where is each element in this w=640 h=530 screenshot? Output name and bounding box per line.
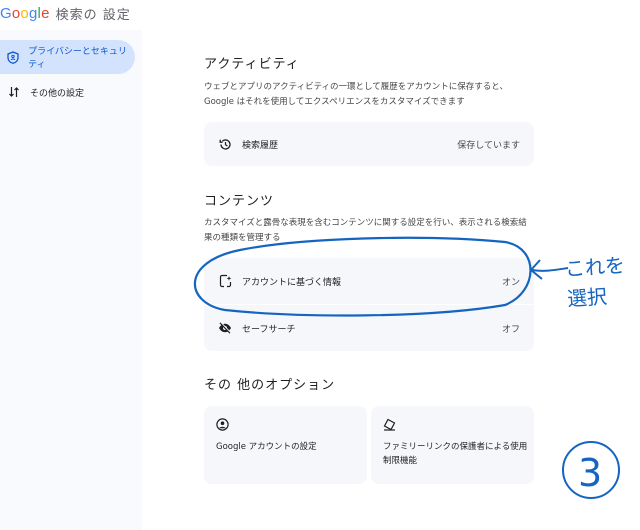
sidebar-item-privacy-security[interactable]: プライバシーとセキュリティ bbox=[0, 40, 135, 74]
history-icon bbox=[214, 138, 236, 151]
family-link-card[interactable]: ファミリーリンクの保護者による使用制限機能 bbox=[371, 406, 534, 484]
safesearch-label: セーフサーチ bbox=[242, 324, 296, 335]
annotation-note: これを選択 bbox=[564, 252, 626, 312]
other-options-heading: その 他のオプション bbox=[204, 378, 336, 393]
personalized-results-label: アカウントに基づく情報 bbox=[242, 277, 342, 288]
header: Google 検索の 設定 bbox=[0, 0, 640, 26]
account-circle-icon bbox=[216, 418, 229, 434]
page-title: 検索の 設定 bbox=[55, 7, 131, 23]
search-history-label: 検索履歴 bbox=[242, 140, 279, 151]
google-account-settings-card[interactable]: Google アカウントの設定 bbox=[204, 406, 367, 484]
sidebar-item-other-settings[interactable]: その他の設定 bbox=[0, 75, 84, 109]
activity-heading: アクティビティ bbox=[204, 57, 300, 72]
sidebar-item-label: その他の設定 bbox=[30, 88, 85, 99]
step-number: 3 bbox=[578, 451, 602, 495]
family-link-icon bbox=[383, 418, 396, 434]
personalized-results-status: オン bbox=[501, 277, 520, 288]
shield-icon bbox=[2, 50, 24, 64]
google-account-settings-label: Google アカウントの設定 bbox=[216, 442, 317, 452]
content-description: カスタマイズと露骨な表現を含むコンテンツに関する設定を行い、表示される検索結果の… bbox=[204, 218, 527, 243]
sort-arrows-icon bbox=[2, 86, 26, 98]
sidebar: プライバシーとセキュリティ その他の設定 bbox=[0, 30, 142, 530]
family-link-label: ファミリーリンクの保護者による使用制限機能 bbox=[383, 442, 528, 466]
google-logo[interactable]: Google bbox=[0, 5, 50, 22]
step-number-circle bbox=[562, 441, 620, 499]
content-heading: コンテンツ bbox=[204, 194, 275, 209]
activity-description: ウェブとアプリのアクティビティの一環として履歴をアカウントに保存すると、Goog… bbox=[204, 82, 508, 107]
personalized-results-row[interactable]: アカウントに基づく情報 オン bbox=[204, 258, 534, 304]
safesearch-row[interactable]: セーフサーチ オフ bbox=[204, 305, 534, 351]
search-history-status: 保存しています bbox=[457, 140, 520, 151]
eye-off-icon bbox=[214, 322, 236, 334]
search-history-card[interactable]: 検索履歴 保存しています bbox=[204, 122, 534, 166]
pointer-arrow bbox=[529, 259, 569, 280]
sparkle-personal-icon bbox=[214, 274, 236, 288]
safesearch-status: オフ bbox=[501, 324, 520, 335]
sidebar-item-label: プライバシーとセキュリティ bbox=[28, 47, 127, 70]
